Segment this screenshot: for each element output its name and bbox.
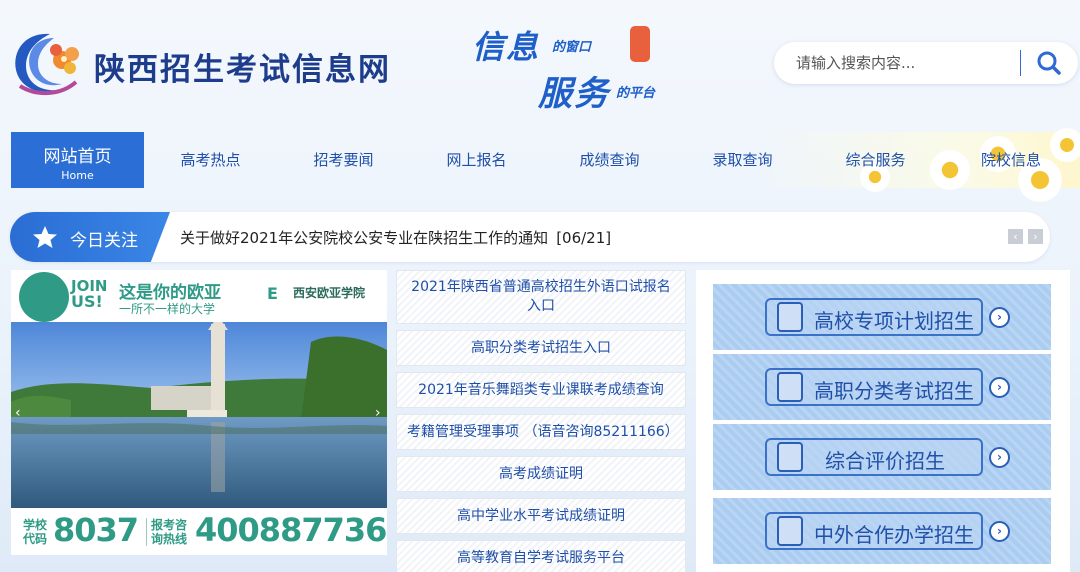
vocational-exam-label: 高职分类考试招生 [814,379,974,403]
slogan-line1-big: 信息 [472,28,541,66]
slogan-line2-small: 的平台 [616,86,656,101]
ad-hotline-label-line2: 询热线 [151,532,188,546]
search-box [774,42,1078,84]
document-icon [777,302,803,332]
slogan-line1-small: 的窗口 [552,40,592,55]
nav-item-online-register[interactable]: 网上报名 [410,132,543,188]
special-plan-frame: 高校专项计划招生 [765,298,983,336]
ad-banner-ouya[interactable]: JOIN US! 这是你的欧亚 一所不一样的大学 E 西安欧亚学院 ‹ › 学校… [11,270,387,555]
nav-item-sublabel: Home [61,169,94,182]
ad-campus-photo [11,322,387,508]
document-icon [777,516,803,546]
comprehensive-eval-button[interactable]: 综合评价招生 › [713,424,1051,490]
nav-item-news[interactable]: 招考要闻 [277,132,410,188]
ad-hotline-number: 4008877369 [195,511,387,549]
ad-school-logo-icon: E [267,284,278,303]
site-header: 陕西招生考试信息网 信息 的窗口 服务 的平台 [0,0,1080,130]
link-oral-english-signup[interactable]: 2021年陕西省普通高校招生外语口试报名入口 [396,270,686,324]
ticker-news-title: 关于做好2021年公安院校公安专业在陕招生工作的通知 [180,229,549,247]
document-icon [777,372,803,402]
search-icon[interactable] [1030,48,1068,78]
ad-hotline-label: 报考咨 询热线 [151,518,187,546]
star-icon [33,226,57,248]
slogan-line2-big: 服务 [538,74,610,114]
ticker-news-link[interactable]: 关于做好2021年公安院校公安专业在陕招生工作的通知 [06/21] [180,227,611,248]
ad-code-label-line2: 代码 [23,532,48,546]
special-admissions-panel: 高校专项计划招生 › 高职分类考试招生 › 综合评价招生 › 中外合作办学招生 … [696,270,1070,572]
link-self-study-platform[interactable]: 高等教育自学考试服务平台 [396,540,686,572]
ad-school-name: 西安欧亚学院 [293,286,366,300]
vocational-exam-button[interactable]: 高职分类考试招生 › [713,354,1051,420]
nav-item-label: 网站首页 [43,147,112,167]
special-plan-label: 高校专项计划招生 [814,309,974,333]
nav-item-admission-query[interactable]: 录取查询 [676,132,809,188]
ad-us-text: US! [71,292,103,311]
ad-code-label: 学校 代码 [23,518,47,546]
link-music-dance-scores[interactable]: 2021年音乐舞蹈类专业课联考成绩查询 [396,372,686,408]
chevron-right-circle-icon: › [989,521,1010,542]
ticker-tag-label: 今日关注 [70,231,138,251]
ad-subslogan: 一所不一样的大学 [119,302,216,316]
nav-item-home[interactable]: 网站首页 Home [11,132,144,188]
ad-tower-emblem-icon [19,272,69,322]
sino-foreign-frame: 中外合作办学招生 [765,512,983,550]
search-divider [1020,50,1021,76]
site-logo-icon[interactable] [10,30,84,98]
nav-item-score-query[interactable]: 成绩查询 [543,132,676,188]
nav-item-colleges[interactable]: 院校信息 [942,132,1080,188]
search-input[interactable] [796,51,1016,75]
ad-contact-bar: 学校 代码 8037 报考咨 询热线 4008877369 [11,508,387,555]
slogan-seal-icon [630,26,650,62]
ad-join-us: JOIN US! [71,279,107,311]
quick-links: 2021年陕西省普通高校招生外语口试报名入口 高职分类考试招生入口 2021年音… [396,270,686,572]
sino-foreign-button[interactable]: 中外合作办学招生 › [713,498,1051,564]
ad-code-label-line1: 学校 [23,518,48,532]
link-gaokao-score-proof[interactable]: 高考成绩证明 [396,456,686,492]
ad-hotline-label-line1: 报考咨 [151,518,188,532]
ad-school-code: 8037 [53,511,139,549]
nav-item-gaokao-hot[interactable]: 高考热点 [144,132,277,188]
nav-item-services[interactable]: 综合服务 [809,132,942,188]
link-exam-record-management[interactable]: 考籍管理受理事项 （语音咨询85211166） [396,414,686,450]
ticker-next-arrow-icon[interactable]: › [1028,229,1043,244]
news-ticker: 今日关注 关于做好2021年公安院校公安专业在陕招生工作的通知 [06/21] ‹… [10,212,1050,262]
special-plan-button[interactable]: 高校专项计划招生 › [713,284,1051,350]
chevron-right-circle-icon: › [989,447,1010,468]
ad-prev-arrow-icon[interactable]: ‹ [15,405,21,421]
chevron-right-circle-icon: › [989,307,1010,328]
link-vocational-entry[interactable]: 高职分类考试招生入口 [396,330,686,366]
sino-foreign-label: 中外合作办学招生 [814,523,974,547]
ticker-tag: 今日关注 [10,212,170,262]
site-slogan: 信息 的窗口 服务 的平台 [472,20,687,114]
ticker-prev-arrow-icon[interactable]: ‹ [1008,229,1023,244]
comprehensive-eval-frame: 综合评价招生 [765,438,983,476]
vocational-exam-frame: 高职分类考试招生 [765,368,983,406]
ad-next-arrow-icon[interactable]: › [375,405,381,421]
ad-banner-top: JOIN US! 这是你的欧亚 一所不一样的大学 E 西安欧亚学院 [11,270,387,322]
ticker-news-date: [06/21] [556,229,612,247]
document-icon [777,442,803,472]
main-nav: 网站首页 Home 高考热点 招考要闻 网上报名 成绩查询 录取查询 综合服务 … [0,128,1080,202]
chevron-right-circle-icon: › [989,377,1010,398]
ad-divider [146,518,147,546]
site-title[interactable]: 陕西招生考试信息网 [94,44,391,89]
link-academic-level-proof[interactable]: 高中学业水平考试成绩证明 [396,498,686,534]
comprehensive-eval-label: 综合评价招生 [825,449,945,473]
